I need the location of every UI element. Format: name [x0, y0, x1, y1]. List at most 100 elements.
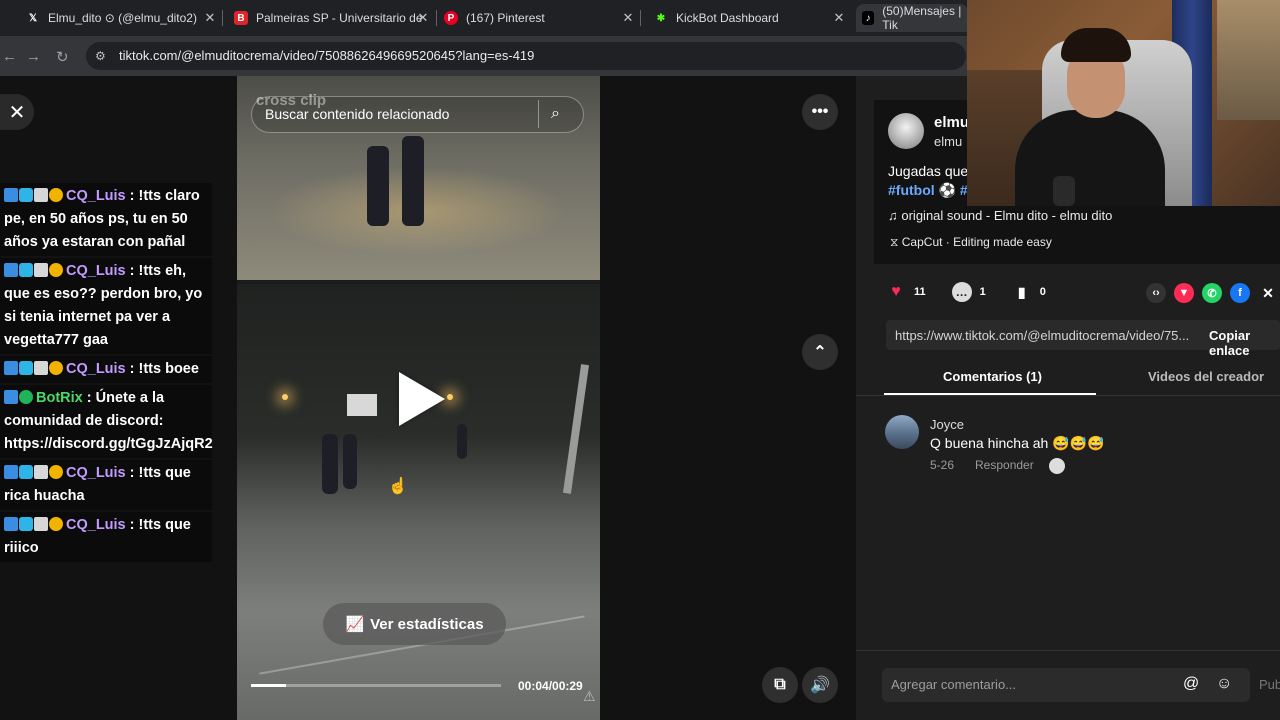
basketball-hoop — [347, 394, 377, 416]
reload-icon[interactable]: ↻ — [56, 48, 69, 66]
whatsapp-icon[interactable]: ✆ — [1202, 283, 1222, 303]
badge-icon — [49, 361, 63, 375]
back-icon[interactable]: ← — [2, 48, 17, 65]
pinterest-icon: P — [444, 11, 458, 25]
close-icon[interactable]: ✕ — [415, 10, 431, 26]
badge-icon — [34, 361, 48, 375]
chat-username[interactable]: CQ_Luis — [66, 361, 126, 377]
stream-chat: CQ_Luis : !tts claro pe, en 50 años ps, … — [0, 183, 213, 564]
player-figure — [343, 434, 357, 489]
post-actions: ♥ 11 … 1 ▮ 0 — [886, 282, 1046, 302]
facebook-icon[interactable]: f — [1230, 283, 1250, 303]
comment-text: Q buena hincha ah 😅😅😅 — [930, 435, 1105, 451]
chat-message: CQ_Luis : !tts que rica huacha — [0, 460, 212, 510]
kickbot-icon: ✱ — [656, 12, 666, 24]
music-label: original sound - Elmu dito - elmu dito — [901, 208, 1113, 223]
tab-palmeiras[interactable]: B Palmeiras SP - Universitario de ✕ — [228, 4, 431, 32]
chat-username[interactable]: CQ_Luis — [66, 465, 126, 481]
view-stats-button[interactable]: 📈 Ver estadísticas — [323, 603, 506, 645]
video-time: 00:04/00:29 — [518, 679, 583, 693]
capcut-icon: ⧖ — [890, 235, 902, 249]
tab-pinterest[interactable]: P (167) Pinterest ✕ — [438, 4, 636, 32]
video-progress-bar[interactable] — [251, 684, 501, 687]
tab-title: KickBot Dashboard — [676, 11, 779, 25]
more-icon: ••• — [811, 103, 829, 120]
chat-message: BotRix : Únete a la comunidad de discord… — [0, 385, 213, 458]
street-light — [282, 394, 288, 400]
player-figure — [457, 424, 467, 459]
post-comment-button[interactable]: Pub — [1259, 677, 1280, 692]
badge-icon — [34, 517, 48, 531]
tab-separator — [640, 10, 641, 26]
video-frame-bottom — [237, 284, 600, 720]
comment-count: 1 — [979, 286, 986, 298]
reply-button[interactable]: Responder — [975, 458, 1034, 472]
tab-creator-videos[interactable]: Videos del creador — [1148, 369, 1264, 384]
previous-video-button[interactable]: ⌃ — [802, 334, 838, 370]
share-link-text: https://www.tiktok.com/@elmuditocrema/vi… — [895, 328, 1190, 343]
badge-icon — [34, 188, 48, 202]
badge-icon — [4, 263, 18, 277]
url-text[interactable]: tiktok.com/@elmuditocrema/video/75088626… — [119, 48, 534, 63]
capcut-link[interactable]: ⧖ CapCut · Editing made easy — [890, 235, 1052, 250]
tab-tiktok[interactable]: ♪ (50)Mensajes | Tik — [856, 4, 968, 32]
tab-comments[interactable]: Comentarios (1) — [943, 369, 1042, 384]
copy-link-button[interactable]: Copiar enlace — [1209, 328, 1280, 358]
chat-badges — [4, 465, 63, 479]
forward-icon[interactable]: → — [26, 48, 41, 65]
comment-icon[interactable]: … — [951, 282, 972, 302]
comment-date: 5-26 — [930, 458, 955, 472]
tab-x[interactable]: 𝕏 Elmu_dito ⊙ (@elmu_dito2) ✕ — [20, 4, 218, 32]
heart-icon[interactable]: ♥ — [886, 282, 906, 302]
chat-username[interactable]: CQ_Luis — [66, 263, 126, 279]
badge-icon — [49, 263, 63, 277]
floating-player-icon: ⧉ — [774, 676, 786, 693]
volume-button[interactable]: 🔊 — [802, 667, 838, 703]
tab-kickbot[interactable]: ✱ KickBot Dashboard ✕ — [648, 4, 847, 32]
close-icon[interactable]: ✕ — [202, 10, 218, 26]
site-settings-icon[interactable]: ⚙ — [95, 49, 106, 63]
chat-text: : !tts boee — [129, 361, 199, 377]
tab-separator — [222, 10, 223, 26]
chat-message: CQ_Luis : !tts que riiico — [0, 512, 212, 562]
more-options-button[interactable]: ••• — [802, 94, 838, 130]
embed-icon[interactable]: ‹› — [1146, 283, 1166, 303]
chat-username[interactable]: CQ_Luis — [66, 188, 126, 204]
badge-icon — [19, 517, 33, 531]
badge-icon — [4, 517, 18, 531]
view-stats-label: Ver estadísticas — [370, 615, 484, 633]
close-icon[interactable]: ✕ — [831, 10, 847, 26]
play-icon[interactable] — [399, 372, 445, 426]
floating-player-button[interactable]: ⧉ — [762, 667, 798, 703]
chart-icon: 📈 — [345, 616, 365, 633]
player-figure — [402, 136, 424, 226]
related-search-placeholder: Buscar contenido relacionado — [265, 106, 450, 122]
player-figure — [322, 434, 338, 494]
emoji-icon[interactable]: ☺ — [1216, 675, 1232, 693]
commenter-avatar[interactable] — [885, 415, 919, 449]
chat-username[interactable]: CQ_Luis — [66, 517, 126, 533]
post-hashtags[interactable]: #futbol ⚽ # — [888, 182, 968, 199]
author-name[interactable]: elmu — [934, 114, 969, 131]
bookmark-icon[interactable]: ▮ — [1012, 282, 1032, 302]
close-icon[interactable]: ✕ — [620, 10, 636, 26]
volume-icon: 🔊 — [810, 677, 830, 694]
mention-icon[interactable]: @ — [1183, 675, 1199, 693]
search-icon[interactable]: ⌕ — [551, 105, 560, 123]
share-tiktok-icon[interactable]: ▼ — [1174, 283, 1194, 303]
warning-icon: ⚠ — [583, 688, 596, 704]
badge-icon — [4, 361, 18, 375]
author-avatar[interactable] — [888, 113, 924, 149]
save-count: 0 — [1039, 286, 1046, 298]
music-note-icon: ♫ — [888, 208, 902, 223]
x-share-icon[interactable]: ✕ — [1258, 283, 1278, 303]
tab-title: (50)Mensajes | Tik — [882, 4, 962, 32]
chat-username[interactable]: BotRix — [36, 390, 83, 406]
badge-icon — [19, 361, 33, 375]
music-link[interactable]: ♫ original sound - Elmu dito - elmu dito — [888, 208, 1112, 223]
commenter-name[interactable]: Joyce — [930, 417, 964, 432]
microphone — [1053, 176, 1075, 206]
mouse-cursor-icon: ☝ — [388, 478, 408, 495]
badge-icon — [4, 465, 18, 479]
chat-badges — [4, 361, 63, 375]
